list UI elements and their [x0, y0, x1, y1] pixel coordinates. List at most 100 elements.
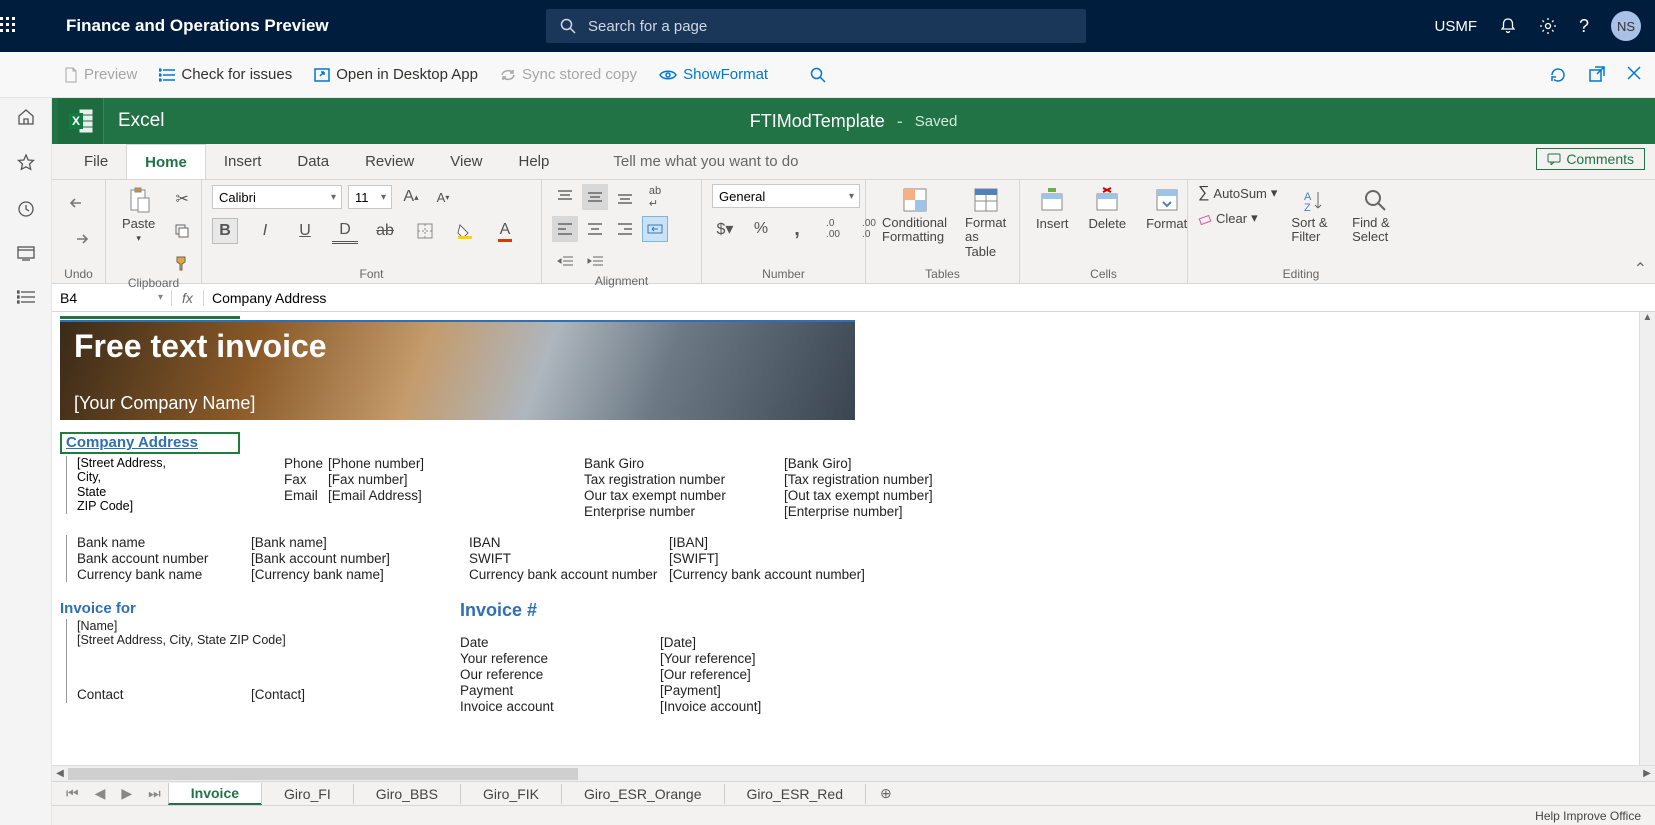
- workspace-icon[interactable]: [17, 246, 35, 262]
- cut-icon[interactable]: ✂: [169, 186, 195, 212]
- fill-color-icon[interactable]: [452, 218, 478, 244]
- horizontal-scrollbar[interactable]: ◀▶: [52, 765, 1655, 781]
- merge-icon[interactable]: [642, 216, 668, 242]
- double-underline-icon[interactable]: D: [332, 218, 358, 244]
- avatar[interactable]: NS: [1611, 11, 1641, 41]
- star-icon[interactable]: [17, 154, 35, 172]
- tab-help[interactable]: Help: [501, 144, 568, 179]
- shrink-font-icon[interactable]: A▾: [430, 184, 456, 210]
- preview-button[interactable]: Preview: [64, 66, 137, 83]
- sheet-tab-giro-fik[interactable]: Giro_FIK: [460, 784, 562, 804]
- cond-fmt-icon: [901, 186, 929, 214]
- tab-insert[interactable]: Insert: [206, 144, 280, 179]
- show-format-label: ShowFormat: [683, 66, 768, 83]
- increase-indent-icon[interactable]: [582, 248, 608, 274]
- global-search[interactable]: Search for a page: [546, 9, 1086, 43]
- sheet-tab-invoice[interactable]: Invoice: [168, 783, 262, 805]
- sheet-nav-prev-icon[interactable]: ◀: [87, 785, 114, 802]
- currency-icon[interactable]: $▾: [712, 216, 738, 242]
- align-right-icon[interactable]: [612, 216, 638, 242]
- tab-review[interactable]: Review: [347, 144, 432, 179]
- sheet-tab-giro-bbs[interactable]: Giro_BBS: [353, 784, 461, 804]
- vertical-scrollbar[interactable]: ▲: [1639, 312, 1655, 765]
- sheet-tab-giro-esr-red[interactable]: Giro_ESR_Red: [724, 784, 867, 804]
- delete-icon: [1093, 186, 1121, 214]
- sheet-nav-next-icon[interactable]: ▶: [113, 785, 140, 802]
- format-as-table-button[interactable]: Format as Table: [959, 184, 1012, 261]
- bold-icon[interactable]: B: [212, 218, 238, 244]
- curracc-value: [Currency bank account number]: [669, 567, 869, 582]
- wrap-text-icon[interactable]: ab↵: [642, 184, 668, 210]
- fx-icon[interactable]: fx: [172, 290, 204, 306]
- collapse-ribbon-icon[interactable]: ⌃: [1634, 259, 1647, 279]
- add-sheet-icon[interactable]: ⊕: [866, 785, 906, 802]
- sheet-nav-last-icon[interactable]: ⏭: [140, 785, 169, 802]
- delete-cells-button[interactable]: Delete: [1083, 184, 1133, 233]
- bell-icon[interactable]: [1499, 17, 1517, 35]
- font-color-icon[interactable]: A: [492, 218, 518, 244]
- grow-font-icon[interactable]: A▴: [398, 184, 424, 210]
- list-icon: [159, 68, 175, 82]
- app-launcher-icon[interactable]: [0, 17, 52, 35]
- open-desktop-label: Open in Desktop App: [336, 66, 478, 83]
- comments-button[interactable]: Comments: [1536, 148, 1645, 170]
- name-box[interactable]: B4▾: [52, 290, 172, 306]
- italic-icon[interactable]: I: [252, 218, 278, 244]
- underline-icon[interactable]: U: [292, 218, 318, 244]
- tab-file[interactable]: File: [66, 144, 126, 179]
- undo-icon[interactable]: [66, 190, 92, 216]
- tell-me-box[interactable]: Tell me what you want to do: [595, 144, 816, 179]
- check-issues-button[interactable]: Check for issues: [159, 66, 292, 83]
- align-top-icon[interactable]: [552, 184, 578, 210]
- paste-button[interactable]: Paste▾: [116, 184, 161, 246]
- conditional-formatting-button[interactable]: Conditional Formatting: [876, 184, 953, 247]
- open-icon: [314, 68, 330, 82]
- align-left-icon[interactable]: [552, 216, 578, 242]
- cells-group-label: Cells: [1030, 267, 1177, 281]
- sheet-tab-giro-esr-orange[interactable]: Giro_ESR_Orange: [561, 784, 725, 804]
- find-select-button[interactable]: Find & Select: [1346, 184, 1404, 247]
- comma-icon[interactable]: ,: [784, 216, 810, 242]
- open-desktop-button[interactable]: Open in Desktop App: [314, 66, 478, 83]
- tab-home[interactable]: Home: [126, 144, 206, 179]
- close-icon[interactable]: [1627, 66, 1641, 84]
- redo-icon[interactable]: [66, 226, 92, 252]
- date-value: [Date]: [660, 635, 860, 650]
- autosum-button[interactable]: ∑AutoSum ▾: [1198, 184, 1277, 202]
- tab-view[interactable]: View: [432, 144, 500, 179]
- tab-data[interactable]: Data: [279, 144, 347, 179]
- insert-cells-button[interactable]: Insert: [1030, 184, 1075, 233]
- percent-icon[interactable]: %: [748, 216, 774, 242]
- increase-decimal-icon[interactable]: .0.00: [820, 216, 846, 242]
- formula-content[interactable]: Company Address: [204, 290, 334, 306]
- show-format-button[interactable]: ShowFormat: [659, 66, 768, 83]
- decrease-indent-icon[interactable]: [552, 248, 578, 274]
- help-icon[interactable]: ?: [1579, 16, 1589, 37]
- clock-icon[interactable]: [17, 200, 35, 218]
- align-middle-icon[interactable]: [582, 184, 608, 210]
- number-format-select[interactable]: General: [712, 184, 860, 208]
- company-address-header[interactable]: Company Address: [60, 432, 240, 454]
- gear-icon[interactable]: [1539, 17, 1557, 35]
- sheet-nav-first-icon[interactable]: ⏮: [58, 785, 87, 802]
- format-painter-icon[interactable]: [169, 250, 195, 276]
- home-icon[interactable]: [17, 108, 35, 126]
- company-code[interactable]: USMF: [1434, 18, 1477, 35]
- borders-icon[interactable]: [412, 218, 438, 244]
- font-size-select[interactable]: 11: [348, 185, 392, 209]
- modules-icon[interactable]: [17, 290, 35, 304]
- strike-icon[interactable]: ab: [372, 218, 398, 244]
- clear-button[interactable]: Clear ▾: [1198, 210, 1277, 226]
- align-bottom-icon[interactable]: [612, 184, 638, 210]
- align-center-icon[interactable]: [582, 216, 608, 242]
- copy-icon[interactable]: [169, 218, 195, 244]
- iban-value: [IBAN]: [669, 535, 869, 550]
- status-text[interactable]: Help Improve Office: [1535, 809, 1641, 823]
- sort-filter-button[interactable]: AZSort & Filter: [1285, 184, 1338, 247]
- sheet-tab-giro-fi[interactable]: Giro_FI: [261, 784, 354, 804]
- format-cells-button[interactable]: Format: [1140, 184, 1193, 233]
- refresh-icon[interactable]: [1549, 66, 1567, 84]
- search-button[interactable]: [810, 67, 826, 83]
- popout-icon[interactable]: [1589, 66, 1605, 84]
- font-name-select[interactable]: Calibri: [212, 185, 342, 209]
